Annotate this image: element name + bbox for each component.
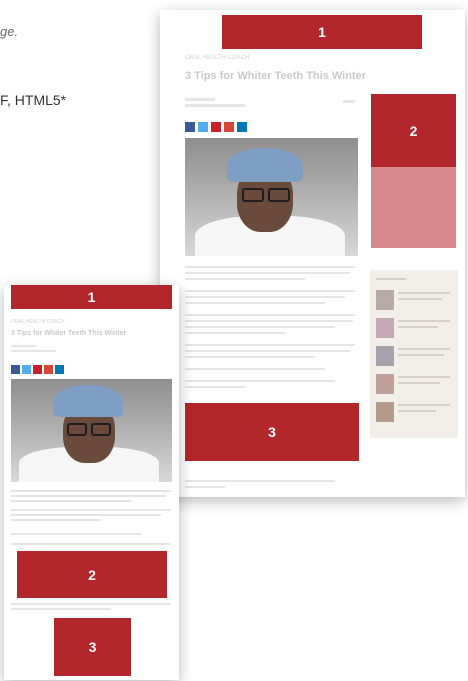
byline <box>11 345 36 347</box>
twitter-icon[interactable] <box>198 122 208 132</box>
related-line <box>398 404 450 406</box>
article-photo <box>11 379 172 482</box>
facebook-icon[interactable] <box>11 365 20 374</box>
ad-label: 3 <box>88 639 97 655</box>
kicker: ORAL HEALTH COACH <box>185 55 250 61</box>
text-line <box>11 608 111 610</box>
mobile-mockup: 1 ORAL HEALTH COACH 3 Tips for Whiter Te… <box>4 285 179 680</box>
sidebar-heading <box>376 278 406 280</box>
related-thumb[interactable] <box>376 374 394 394</box>
text-line <box>185 314 355 316</box>
ad-label: 3 <box>268 424 276 440</box>
photo-glasses-left <box>67 423 87 436</box>
header-caption: ge. <box>0 24 19 39</box>
ad-label: 1 <box>87 289 96 305</box>
ad-slot-desktop-1: 1 <box>222 15 422 49</box>
footer-line <box>185 480 335 482</box>
related-line <box>398 320 450 322</box>
text-line <box>185 320 353 322</box>
pinterest-icon[interactable] <box>211 122 221 132</box>
text-line <box>11 519 101 521</box>
text-line <box>11 543 171 545</box>
related-thumb[interactable] <box>376 402 394 422</box>
byline-date <box>11 350 56 352</box>
related-thumb[interactable] <box>376 346 394 366</box>
footer-line <box>185 486 225 488</box>
ad-slot-desktop-2: 2 <box>371 94 456 167</box>
ad-label: 1 <box>318 24 326 40</box>
text-line <box>11 500 131 502</box>
ad-slot-mobile-2: 2 <box>17 551 167 598</box>
photo-glasses-right <box>268 188 290 202</box>
text-line <box>185 278 305 280</box>
article-title: 3 Tips for Whiter Teeth This Winter <box>185 70 367 82</box>
ad-slot-mobile-1: 1 <box>11 285 172 309</box>
photo-glasses-left <box>242 188 264 202</box>
text-line <box>185 266 355 268</box>
social-share-bar <box>185 122 247 132</box>
related-line <box>398 376 450 378</box>
related-line <box>398 354 444 356</box>
ad-slot-desktop-3: 3 <box>185 403 359 461</box>
text-line <box>185 296 345 298</box>
text-line <box>185 368 325 370</box>
twitter-icon[interactable] <box>22 365 31 374</box>
byline <box>185 98 215 101</box>
text-line <box>11 533 141 535</box>
related-line <box>398 326 438 328</box>
google-plus-icon[interactable] <box>44 365 53 374</box>
google-plus-icon[interactable] <box>224 122 234 132</box>
text-line <box>185 302 325 304</box>
related-thumb[interactable] <box>376 290 394 310</box>
text-line <box>11 509 171 511</box>
related-line <box>398 348 450 350</box>
text-line <box>11 495 166 497</box>
pinterest-icon[interactable] <box>33 365 42 374</box>
comment-count <box>343 100 355 103</box>
related-line <box>398 298 442 300</box>
ad-label: 2 <box>409 122 418 139</box>
photo-hat <box>227 148 303 182</box>
related-thumb[interactable] <box>376 318 394 338</box>
text-line <box>185 356 315 358</box>
text-line <box>185 272 350 274</box>
text-line <box>11 603 171 605</box>
text-line <box>185 344 355 346</box>
facebook-icon[interactable] <box>185 122 195 132</box>
linkedin-icon[interactable] <box>55 365 64 374</box>
text-line <box>11 514 161 516</box>
kicker: ORAL HEALTH COACH <box>11 319 65 325</box>
ad-label: 2 <box>88 566 96 583</box>
related-line <box>398 410 436 412</box>
ad-slot-mobile-3: 3 <box>54 618 131 676</box>
text-line <box>11 490 171 492</box>
text-line <box>185 332 285 334</box>
byline-date <box>185 104 245 107</box>
related-sidebar <box>370 270 458 438</box>
text-line <box>185 386 245 388</box>
article-photo <box>185 138 358 256</box>
article-title: 3 Tips for Whiter Teeth This Winter <box>11 330 127 337</box>
text-line <box>185 380 335 382</box>
photo-hat <box>53 385 123 417</box>
desktop-mockup: 1 ORAL HEALTH COACH 3 Tips for Whiter Te… <box>160 10 465 497</box>
formats-line: F, HTML5* <box>0 92 67 108</box>
social-share-bar <box>11 365 64 374</box>
ad-slot-desktop-2-extended <box>371 167 456 248</box>
text-line <box>185 326 335 328</box>
photo-glasses-right <box>91 423 111 436</box>
related-line <box>398 292 450 294</box>
linkedin-icon[interactable] <box>237 122 247 132</box>
related-line <box>398 382 440 384</box>
text-line <box>185 290 355 292</box>
text-line <box>185 350 350 352</box>
